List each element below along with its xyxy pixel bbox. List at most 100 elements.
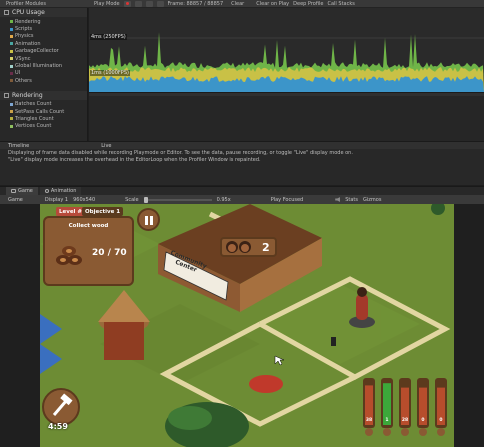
cpu-legend-item[interactable]: Scripts <box>10 25 87 32</box>
resource-icon <box>419 428 427 436</box>
hammer-icon <box>52 393 73 416</box>
wood-logs-icon <box>56 246 82 265</box>
cpu-legend-item[interactable]: Physics <box>10 33 87 40</box>
objective-card: Collect wood 20 / 70 <box>43 216 134 286</box>
last-frame-button[interactable] <box>156 0 164 7</box>
resource-bar-value: 28 <box>402 417 408 423</box>
rendering-legend-item[interactable]: Batches Count <box>10 101 87 108</box>
legend-label: Triangles Count <box>15 115 54 122</box>
legend-label: Batches Count <box>15 101 52 108</box>
details-message-line2: "Live" display mode increases the overhe… <box>8 157 261 163</box>
tab-game[interactable]: Game <box>6 187 38 195</box>
tool-object <box>331 337 336 346</box>
legend-swatch <box>10 117 13 121</box>
resource-icon <box>437 428 445 436</box>
resource-bar-value: 1 <box>385 417 388 423</box>
rendering-legend-item[interactable]: SetPass Calls Count <box>10 108 87 115</box>
game-view-letterbox-right <box>454 204 484 447</box>
game-view-dropdown[interactable]: Game <box>8 197 23 203</box>
cpu-legend-item[interactable]: VSync <box>10 55 87 62</box>
rendering-chart[interactable] <box>89 92 484 141</box>
tab-animation[interactable]: Animation <box>39 187 82 195</box>
build-tool-button[interactable] <box>42 388 80 426</box>
rendering-legend-item[interactable]: Triangles Count <box>10 115 87 122</box>
cpu-usage-chart[interactable]: 4ms (250FPS) 1ms (1000FPS) <box>89 8 484 92</box>
profiler-modules-dropdown[interactable]: Profiler Modules <box>6 1 46 7</box>
mute-audio-icon[interactable] <box>335 197 341 202</box>
rendering-chart-band <box>89 93 484 96</box>
legend-swatch <box>10 79 13 83</box>
cpu-legend-item[interactable]: UI <box>10 70 87 77</box>
clear-on-play-button[interactable]: Clear on Play <box>256 1 289 7</box>
view-mode-dropdown[interactable]: Timeline <box>8 143 29 149</box>
rendering-module-title: Rendering <box>12 91 43 99</box>
cpu-legend-item[interactable]: GarbageCollector <box>10 48 87 55</box>
scale-slider[interactable] <box>143 196 212 203</box>
population-count: 2 <box>262 241 270 254</box>
deep-profile-button[interactable]: Deep Profile <box>293 1 323 7</box>
cpu-module-header[interactable]: CPU Usage <box>0 8 87 17</box>
tab-animation-label: Animation <box>50 188 77 194</box>
objective-badge: Objective 1 <box>82 207 124 216</box>
legend-label: GarbageCollector <box>15 48 59 55</box>
cpu-legend-item[interactable]: Rendering <box>10 18 87 25</box>
legend-swatch <box>10 71 13 75</box>
resource-bars: 38 1 28 0 0 <box>361 376 454 438</box>
resource-bar-value: 0 <box>439 417 442 423</box>
berry-bush[interactable] <box>249 375 283 393</box>
game-view-toolbar: Game Display 1 960x540 Scale 0.95x Play … <box>0 195 484 204</box>
profiler-module-list: CPU Usage Rendering Scripts Physics Animati… <box>0 8 88 141</box>
next-frame-button[interactable] <box>145 0 153 7</box>
game-viewport[interactable]: Community Center Level #2 Objective 1 Co… <box>40 204 454 447</box>
rendering-legend-item[interactable]: Vertices Count <box>10 123 87 130</box>
legend-swatch <box>10 110 13 114</box>
legend-swatch <box>10 42 13 46</box>
gizmos-dropdown[interactable]: Gizmos <box>363 197 381 203</box>
live-toggle[interactable]: Live <box>101 143 111 149</box>
cpu-chart-graph <box>89 32 484 92</box>
pause-button[interactable] <box>137 208 160 231</box>
villagers-icon <box>226 241 251 253</box>
stats-button[interactable]: Stats <box>345 197 358 203</box>
legend-swatch <box>10 34 13 38</box>
legend-swatch <box>10 49 13 53</box>
resource-icon <box>401 428 409 436</box>
legend-label: Global Illumination <box>15 63 63 70</box>
resolution-dropdown[interactable]: 960x540 <box>73 197 95 203</box>
clear-button[interactable]: Clear <box>231 1 244 7</box>
details-message: Displaying of frame data disabled while … <box>8 150 478 164</box>
legend-swatch <box>10 102 13 106</box>
rendering-module-header[interactable]: Rendering <box>0 90 87 100</box>
game-view-tabs: Game Animation <box>0 186 484 195</box>
profiler-toolbar: Profiler Modules Play Mode Frame: 88857 … <box>0 0 484 8</box>
marker-4ms-label: 4ms (250FPS) <box>90 34 127 40</box>
round-timer: 4:59 <box>48 422 68 431</box>
record-button[interactable] <box>123 0 131 7</box>
objective-progress: 20 / 70 <box>92 248 127 258</box>
legend-swatch <box>10 64 13 68</box>
prev-frame-button[interactable] <box>134 0 142 7</box>
legend-swatch <box>10 20 13 24</box>
cpu-legend-item[interactable]: Animation <box>10 40 87 47</box>
rendering-module-legend: Batches Count SetPass Calls Count Triangle… <box>0 100 87 131</box>
legend-label: UI <box>15 70 21 77</box>
villager[interactable] <box>356 294 368 320</box>
villager-head <box>357 287 367 297</box>
legend-label: SetPass Calls Count <box>15 108 65 115</box>
display-dropdown[interactable]: Display 1 <box>45 197 68 203</box>
resource-bars-graph: 38 1 28 0 0 <box>363 378 447 436</box>
legend-label: Physics <box>15 33 34 40</box>
gamepad-icon <box>11 189 16 193</box>
play-mode-dropdown[interactable]: Play Mode <box>94 1 120 7</box>
cpu-legend-item[interactable]: Others <box>10 77 87 84</box>
cpu-legend-item[interactable]: Global Illumination <box>10 62 87 69</box>
call-stacks-dropdown[interactable]: Call Stacks <box>327 1 354 7</box>
frame-counter: Frame: 88857 / 88857 <box>167 0 224 7</box>
animation-icon <box>44 189 49 193</box>
population-badge: 2 <box>220 237 277 257</box>
objective-title: Collect wood <box>68 223 109 229</box>
play-focused-dropdown[interactable]: Play Focused <box>271 197 304 203</box>
hut-wall <box>104 322 144 360</box>
rendering-chart-graph <box>89 93 484 96</box>
scale-label: Scale <box>125 196 139 203</box>
